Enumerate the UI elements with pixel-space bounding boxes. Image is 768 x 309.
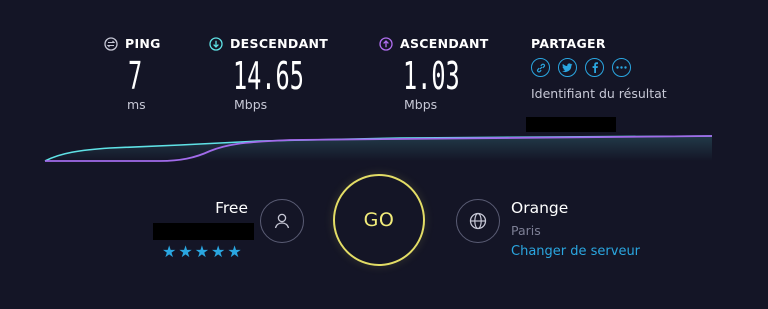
download-header: DESCENDANT — [209, 36, 347, 51]
change-server-link[interactable]: Changer de serveur — [511, 244, 640, 259]
ping-header: PING — [104, 36, 161, 51]
facebook-icon[interactable] — [585, 58, 604, 77]
link-icon[interactable] — [531, 58, 550, 77]
ping-value: 7 — [128, 54, 143, 98]
go-button[interactable]: GO — [333, 174, 425, 266]
download-value: 14.65 — [233, 54, 304, 98]
globe-icon — [456, 199, 500, 243]
result-id-label: Identifiant du résultat — [531, 86, 667, 101]
upload-metric: ASCENDANT 1.03 Mbps — [379, 36, 495, 112]
upload-value: 1.03 — [403, 54, 460, 98]
download-arrow-icon — [209, 36, 223, 51]
upload-arrow-icon — [379, 36, 393, 51]
ping-unit: ms — [127, 97, 146, 112]
ping-label: PING — [125, 36, 161, 51]
download-label: DESCENDANT — [230, 36, 329, 51]
isp-ip-redacted — [153, 223, 254, 240]
upload-unit: Mbps — [404, 97, 438, 112]
server-location: Paris — [511, 223, 541, 238]
ping-icon — [104, 36, 118, 51]
isp-name: Free — [215, 199, 248, 217]
upload-header: ASCENDANT — [379, 36, 495, 51]
user-icon — [260, 199, 304, 243]
ping-metric: PING 7 ms — [104, 36, 161, 112]
download-unit: Mbps — [234, 97, 268, 112]
share-header: PARTAGER — [531, 36, 667, 51]
server-name: Orange — [511, 199, 569, 217]
speed-graph — [44, 135, 713, 162]
download-metric: DESCENDANT 14.65 Mbps — [209, 36, 347, 112]
upload-label: ASCENDANT — [400, 36, 489, 51]
isp-rating-stars[interactable]: ★★★★★ — [162, 242, 244, 261]
share-icons — [531, 58, 667, 77]
share-label: PARTAGER — [531, 36, 606, 51]
more-icon[interactable] — [612, 58, 631, 77]
twitter-icon[interactable] — [558, 58, 577, 77]
share-section: PARTAGER Identifiant du résultat — [531, 36, 667, 101]
